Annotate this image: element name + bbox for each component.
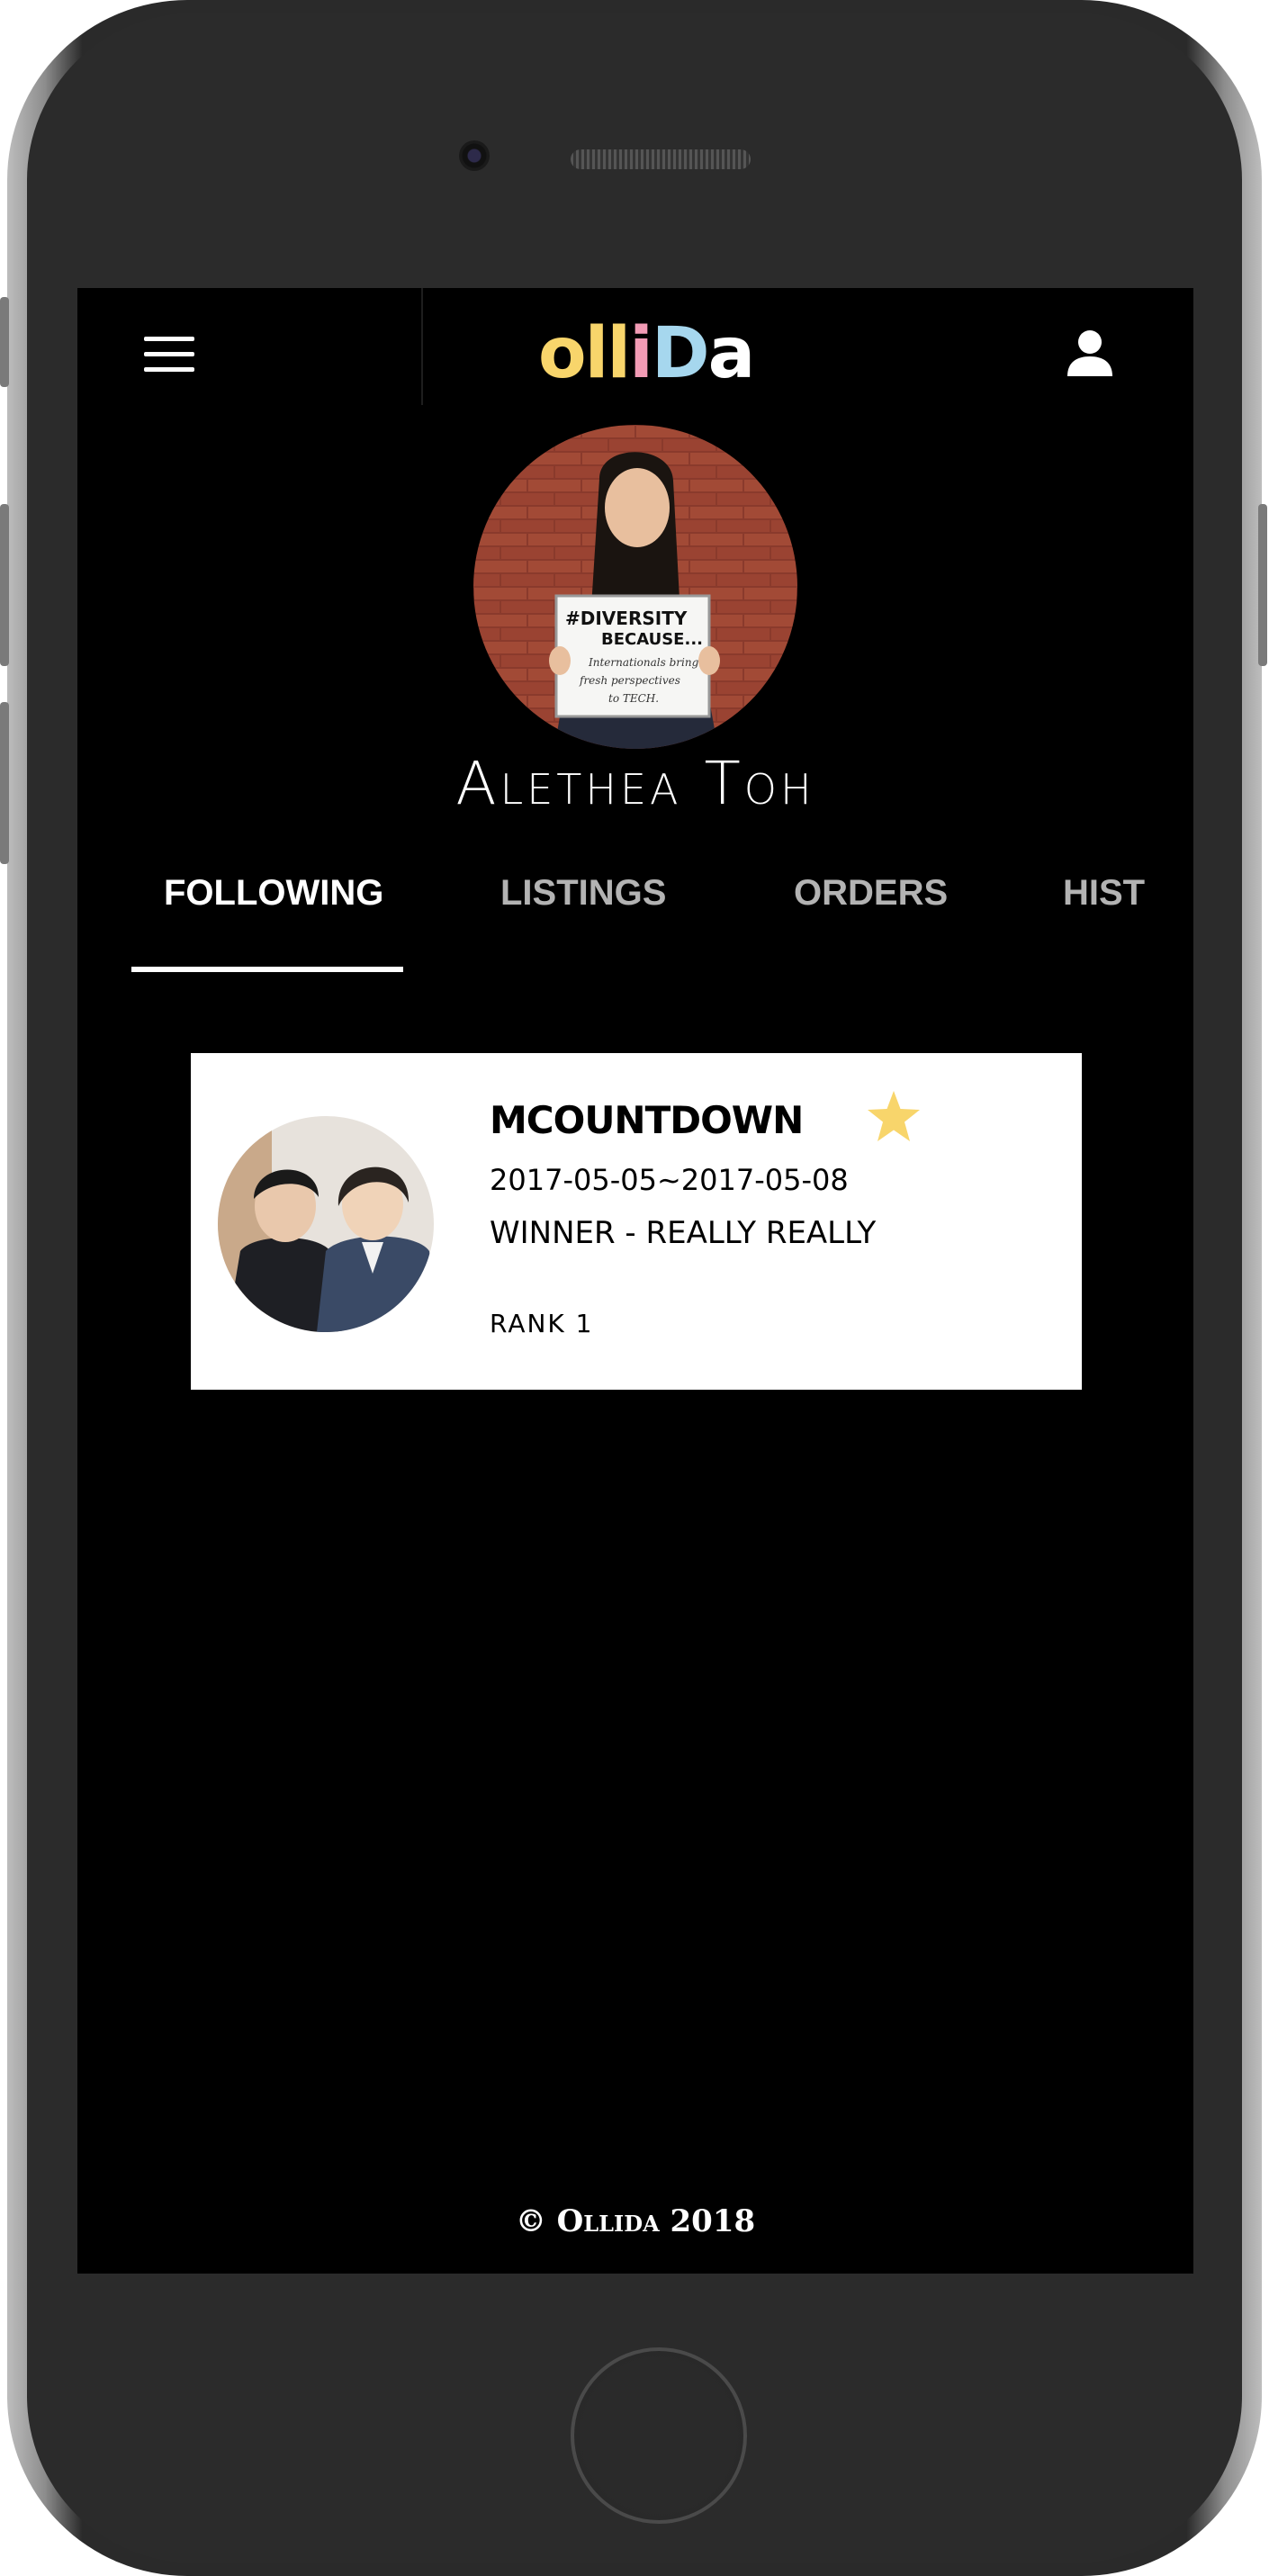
event-rank: RANK 1 <box>490 1309 594 1338</box>
event-dates: 2017-05-05~2017-05-08 <box>490 1163 849 1197</box>
following-card[interactable]: MCOUNTDOWN 2017-05-05~2017-05-08 WINNER … <box>191 1053 1082 1390</box>
home-button[interactable] <box>571 2347 747 2524</box>
front-camera <box>459 140 490 171</box>
sign-text-5: to TECH. <box>608 692 659 705</box>
sign-text-4: fresh perspectives <box>579 674 680 687</box>
sign-text-1: #DIVERSITY <box>565 608 688 629</box>
app-screen: olliDa #DIVERSITY BECAUSE... Internation… <box>77 288 1193 2274</box>
profile-name: Alethea Toh <box>455 749 815 818</box>
tab-listings[interactable]: LISTINGS <box>500 873 666 914</box>
tab-history[interactable]: HIST <box>1063 873 1145 914</box>
phone-frame: olliDa #DIVERSITY BECAUSE... Internation… <box>0 0 1267 2576</box>
earpiece-speaker <box>571 149 751 169</box>
user-icon[interactable] <box>1065 328 1115 378</box>
tab-following[interactable]: FOLLOWING <box>164 873 383 914</box>
power-button <box>1258 504 1267 666</box>
profile-avatar[interactable]: #DIVERSITY BECAUSE... Internationals bri… <box>473 425 797 749</box>
event-thumbnail <box>218 1116 434 1332</box>
footer-copyright: © Ollida 2018 <box>515 2203 756 2239</box>
profile-tabs: FOLLOWING LISTINGS ORDERS HIST <box>77 873 1193 963</box>
artist-photo <box>218 1116 434 1332</box>
ollida-logo[interactable]: olliDa <box>538 313 755 394</box>
sign-text-3: Internationals bring <box>588 656 699 669</box>
hamburger-menu-icon[interactable] <box>144 337 194 373</box>
event-song: WINNER - REALLY REALLY <box>490 1215 877 1251</box>
top-navigation-bar: olliDa <box>77 288 1193 405</box>
volume-down-button <box>0 702 9 864</box>
tab-orders[interactable]: ORDERS <box>794 873 948 914</box>
volume-up-button <box>0 504 9 666</box>
active-tab-indicator <box>131 967 403 972</box>
star-icon[interactable] <box>866 1089 922 1143</box>
avatar-photo: #DIVERSITY BECAUSE... Internationals bri… <box>473 425 797 749</box>
header-divider <box>421 288 423 405</box>
sign-text-2: BECAUSE... <box>601 630 703 649</box>
event-title: MCOUNTDOWN <box>490 1098 804 1142</box>
silent-switch <box>0 297 9 387</box>
